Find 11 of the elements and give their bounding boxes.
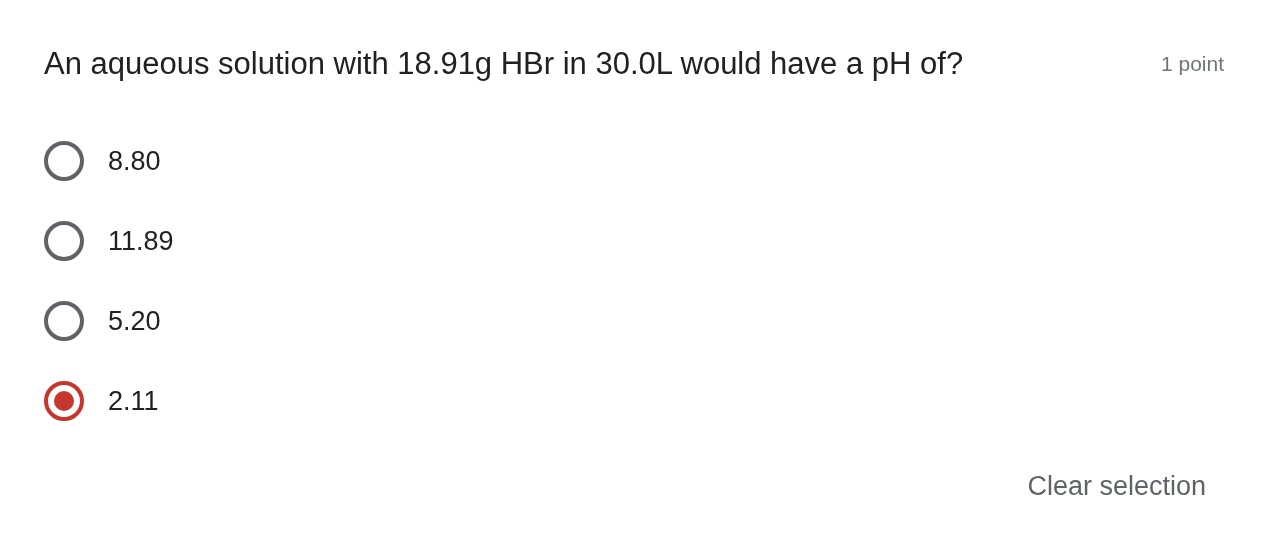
option-label[interactable]: 5.20 (108, 305, 161, 337)
option-label[interactable]: 2.11 (108, 385, 159, 417)
radio-button[interactable] (44, 221, 84, 261)
points-label: 1 point (1160, 52, 1224, 76)
radio-button[interactable] (44, 381, 84, 421)
option-label[interactable]: 11.89 (108, 225, 174, 257)
question-text: An aqueous solution with 18.91g HBr in 30.0L would have a pH of? (44, 46, 964, 82)
radio-button[interactable] (44, 141, 84, 181)
radio-button[interactable] (44, 301, 84, 341)
option-label[interactable]: 8.80 (108, 145, 161, 177)
clear-selection-button[interactable]: Clear selection (1017, 463, 1216, 510)
